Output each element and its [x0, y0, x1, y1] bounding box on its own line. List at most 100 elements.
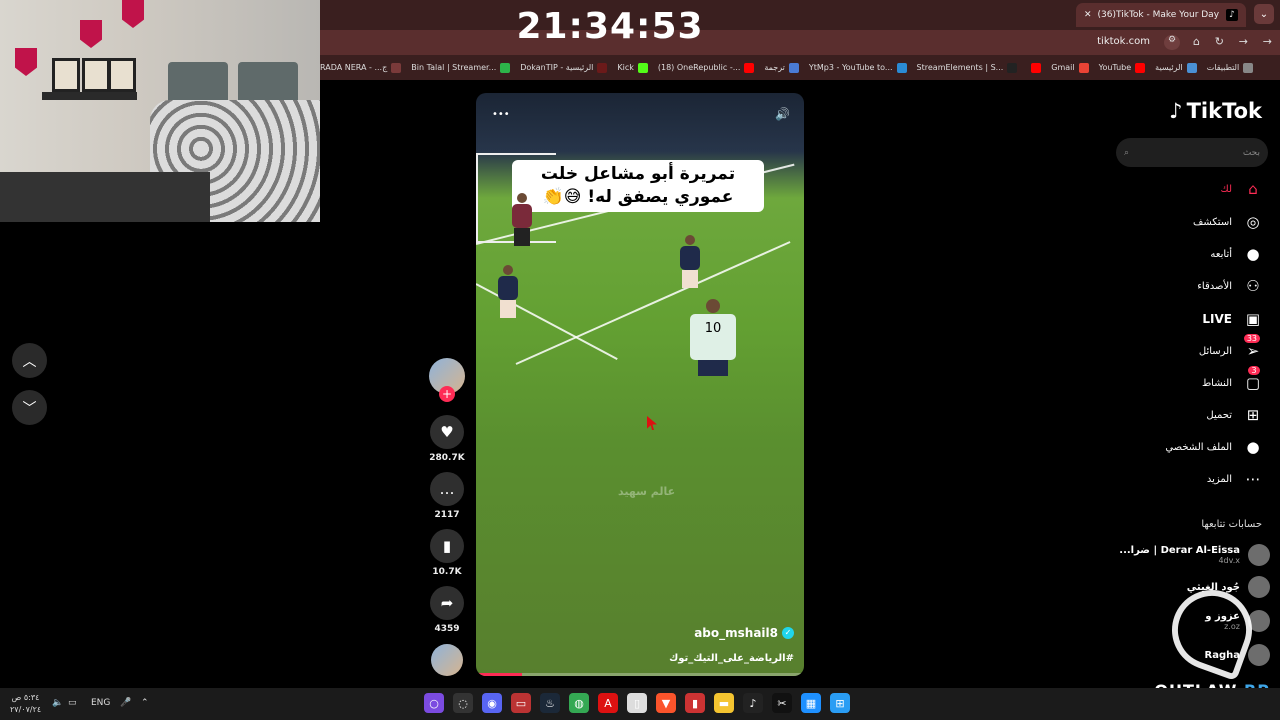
tiktok-favicon-icon: ♪: [1226, 9, 1238, 21]
share-icon[interactable]: ➦: [430, 586, 464, 620]
bookmark-item[interactable]: YouTube: [1098, 62, 1146, 73]
bookmark-item[interactable]: YtMp3 - YouTube to...: [809, 62, 907, 73]
music-disc-icon[interactable]: [431, 644, 463, 676]
bookmark-item[interactable]: Gmail: [1051, 62, 1089, 73]
bookmark-item[interactable]: [1027, 62, 1042, 73]
bookmark-label: YouTube: [1098, 63, 1132, 72]
file-explorer-icon[interactable]: ▬: [714, 693, 734, 713]
volume-tray-icon[interactable]: 🔈: [52, 698, 63, 708]
capcut-icon[interactable]: ✂: [772, 693, 792, 713]
windows-start-icon[interactable]: ⊞: [830, 693, 850, 713]
sidebar-item-messages[interactable]: الرسائل ➢ 33: [1199, 334, 1264, 362]
back-icon[interactable]: →: [1263, 35, 1272, 48]
store-icon[interactable]: ▦: [801, 693, 821, 713]
document-icon[interactable]: ▯: [627, 693, 647, 713]
next-video-button[interactable]: ﹀: [12, 390, 47, 425]
bookmark-item[interactable]: التطبيقات: [1207, 62, 1254, 73]
language-indicator[interactable]: ENG: [91, 698, 110, 708]
video-player[interactable]: ••• 🔊 تمريرة أبو مشاعل خلت عموري يصفق له…: [476, 93, 804, 676]
heart-icon[interactable]: ♥: [430, 415, 464, 449]
like-count: 280.7K: [429, 453, 465, 463]
sidebar-item-friends[interactable]: الأصدقاء ⚇: [1197, 275, 1264, 297]
taskbar-clock[interactable]: ٥:٣٤ ص ٢٧/٠٧/٢٤: [10, 692, 41, 716]
address-bar: tiktok.com ⚙ ⌂ ↻ → →: [320, 30, 1280, 55]
mic-tray-icon[interactable]: 🎤: [120, 698, 131, 708]
author-name[interactable]: abo_mshail8: [694, 626, 778, 640]
browser-tab-tiktok[interactable]: ✕ (36)TikTok - Make Your Day ♪: [1076, 3, 1246, 27]
bookmark-item[interactable]: Kick: [617, 62, 648, 73]
steam-cleaner-icon[interactable]: ◌: [453, 693, 473, 713]
bookmark-item[interactable]: StreamElements | S...: [917, 62, 1018, 73]
tiktok-logo[interactable]: ♪ TikTok: [1169, 99, 1262, 123]
steam-icon[interactable]: ♨: [540, 693, 560, 713]
like-button[interactable]: ♥ 280.7K: [427, 415, 467, 463]
bookmark-item[interactable]: Bin Talal | Streamer...: [411, 62, 511, 73]
save-button[interactable]: ▮ 10.7K: [427, 529, 467, 577]
bookmark-icon[interactable]: ▮: [430, 529, 464, 563]
sidebar-item-activity[interactable]: النشاط ▢ 3: [1202, 366, 1264, 394]
bookmark-item[interactable]: الرئيسية: [1155, 62, 1197, 73]
previous-video-button[interactable]: ︿: [12, 343, 47, 378]
tiktok-note-icon: ♪: [1169, 99, 1183, 123]
activity-icon: ▢ 3: [1245, 366, 1261, 392]
music-disc-button[interactable]: [427, 644, 467, 676]
photo-frame: [82, 58, 110, 92]
sidebar-item-label: أتابعه: [1210, 248, 1232, 260]
account-name: Derar Al-Eissa | ضرا...: [1119, 545, 1240, 556]
sidebar-item-label: LIVE: [1202, 312, 1232, 326]
more-icon: ⋯: [1245, 470, 1261, 488]
brave-icon[interactable]: ▼: [656, 693, 676, 713]
sidebar-item-label: المزيد: [1206, 473, 1232, 485]
avatar[interactable]: +: [429, 358, 465, 402]
volume-icon[interactable]: 🔊: [775, 107, 790, 121]
player: [512, 193, 532, 246]
forward-icon[interactable]: →: [1239, 35, 1248, 48]
following-account[interactable]: Derar Al-Eissa | ضرا... 4dv.x: [1119, 544, 1270, 566]
screen: + ✕ (36)TikTok - Make Your Day ♪ ⌄ tikto…: [0, 0, 1280, 720]
bookmark-item[interactable]: ترجمة: [764, 62, 799, 73]
webcam-feed: [0, 0, 320, 222]
bookmark-item[interactable]: RADA NERA - ...ج: [320, 62, 402, 73]
search-input[interactable]: بحث ⌕: [1116, 138, 1268, 167]
tab-close-icon[interactable]: ✕: [1084, 10, 1092, 20]
comment-button[interactable]: … 2117: [427, 472, 467, 520]
adobe-icon[interactable]: A: [598, 693, 618, 713]
taskbar-time: ٥:٣٤ ص: [11, 693, 40, 702]
sidebar-item-explore[interactable]: استكشف ◎: [1193, 211, 1264, 233]
shelf: [42, 92, 137, 100]
video-actions: + ♥ 280.7K … 2117 ▮ 10.7K ➦ 4359: [427, 358, 467, 676]
reload-icon[interactable]: ↻: [1215, 35, 1224, 48]
share-button[interactable]: ➦ 4359: [427, 586, 467, 634]
streamer-app-icon[interactable]: ▭: [511, 693, 531, 713]
network-tray-icon[interactable]: ▭: [68, 698, 77, 708]
site-settings-icon[interactable]: ⚙: [1164, 35, 1180, 50]
app-icon[interactable]: ▮: [685, 693, 705, 713]
bookmark-item[interactable]: (18) OneRepublic -...: [658, 62, 755, 73]
sidebar-item-profile[interactable]: الملف الشخصي ●: [1165, 436, 1264, 458]
more-options-icon[interactable]: •••: [492, 109, 510, 120]
bookmark-item[interactable]: DokanTIP - الرئيسية: [520, 62, 608, 73]
sidebar-item-more[interactable]: المزيد ⋯: [1207, 468, 1264, 490]
discord-icon[interactable]: ◉: [482, 693, 502, 713]
outlaw-rp-logo: OUTLAW RP: [1150, 578, 1270, 700]
url-field[interactable]: tiktok.com: [1097, 36, 1150, 47]
sidebar-item-home[interactable]: لك ⌂: [1221, 178, 1264, 200]
sidebar-item-following[interactable]: أتابعه ●: [1210, 243, 1264, 265]
follow-plus-icon[interactable]: +: [439, 386, 455, 402]
video-progress-bar[interactable]: [476, 673, 804, 676]
video-hashtag[interactable]: #الرياضة_على_التيك_توك: [669, 653, 794, 664]
video-author[interactable]: abo_mshail8 ✓: [694, 626, 794, 640]
home-icon[interactable]: ⌂: [1193, 35, 1200, 48]
creator-avatar-button[interactable]: +: [427, 358, 467, 402]
tray-overflow-icon[interactable]: ⌃: [141, 698, 149, 708]
music-icon[interactable]: ♪: [743, 693, 763, 713]
avatar[interactable]: [1248, 544, 1270, 566]
comment-icon[interactable]: …: [430, 472, 464, 506]
bookmark-favicon-icon: [1243, 62, 1254, 73]
tab-search-icon[interactable]: ⌄: [1254, 4, 1274, 24]
chrome-icon[interactable]: ◍: [569, 693, 589, 713]
sidebar-item-upload[interactable]: تحميل ⊞: [1206, 404, 1264, 426]
search-icon[interactable]: ⌕: [1124, 148, 1129, 158]
sidebar-item-live[interactable]: LIVE ▣: [1202, 308, 1264, 330]
cortana-icon[interactable]: ○: [424, 693, 444, 713]
